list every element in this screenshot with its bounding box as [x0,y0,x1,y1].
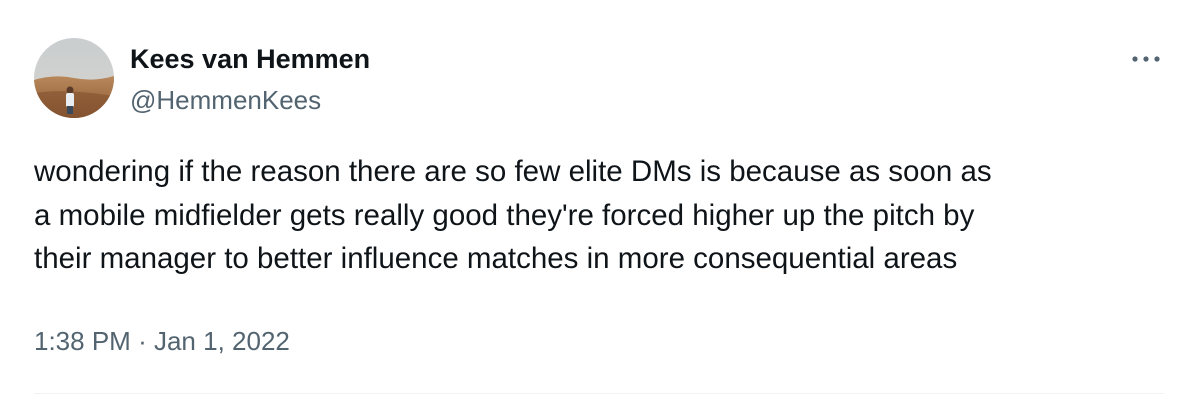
author-display-name[interactable]: Kees van Hemmen [130,42,370,76]
more-options-button[interactable] [1124,42,1168,76]
tweet-timestamp: 1:38 PM · Jan 1, 2022 [34,324,290,358]
tweet-card: Kees van Hemmen @HemmenKees wondering if… [0,0,1198,408]
meta-separator: · [138,326,147,356]
tweet-time[interactable]: 1:38 PM [34,326,131,356]
user-info: Kees van Hemmen @HemmenKees [130,42,370,116]
more-horizontal-icon [1132,56,1160,62]
avatar-photo [34,38,114,118]
tweet-text: wondering if the reason there are so few… [34,155,992,275]
avatar[interactable] [34,38,114,118]
divider [34,393,1164,394]
tweet-date[interactable]: Jan 1, 2022 [154,326,290,356]
author-handle[interactable]: @HemmenKees [130,84,370,116]
